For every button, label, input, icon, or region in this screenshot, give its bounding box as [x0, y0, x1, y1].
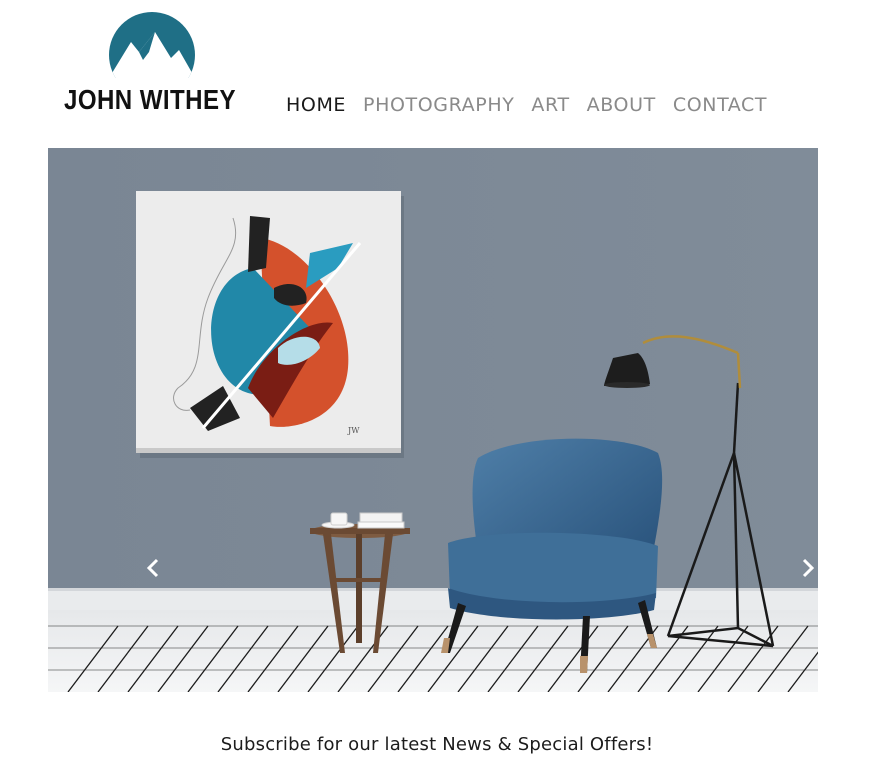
svg-text:JW: JW	[347, 426, 360, 435]
nav-photography[interactable]: PHOTOGRAPHY	[363, 92, 514, 118]
nav-home[interactable]: HOME	[286, 92, 346, 118]
main-nav: HOME PHOTOGRAPHY ART ABOUT CONTACT	[286, 92, 767, 118]
chevron-right-icon	[802, 558, 815, 578]
nav-art[interactable]: ART	[531, 92, 569, 118]
subscribe-heading: Subscribe for our latest News & Special …	[220, 734, 654, 755]
site-header: JOHN WITHEY HOME PHOTOGRAPHY ART ABOUT C…	[0, 0, 874, 140]
nav-about[interactable]: ABOUT	[587, 92, 656, 118]
mountain-logo-icon	[109, 12, 195, 78]
page: JOHN WITHEY HOME PHOTOGRAPHY ART ABOUT C…	[0, 0, 874, 774]
site-logo[interactable]: JOHN WITHEY	[64, 12, 244, 116]
nav-contact[interactable]: CONTACT	[673, 92, 767, 118]
carousel-prev-button[interactable]	[138, 553, 168, 583]
chevron-left-icon	[146, 558, 159, 578]
hero-carousel: JW	[48, 148, 818, 692]
hero-slide-image: JW	[48, 148, 818, 692]
carousel-next-button[interactable]	[793, 553, 818, 583]
brand-name: JOHN WITHEY	[64, 84, 236, 115]
